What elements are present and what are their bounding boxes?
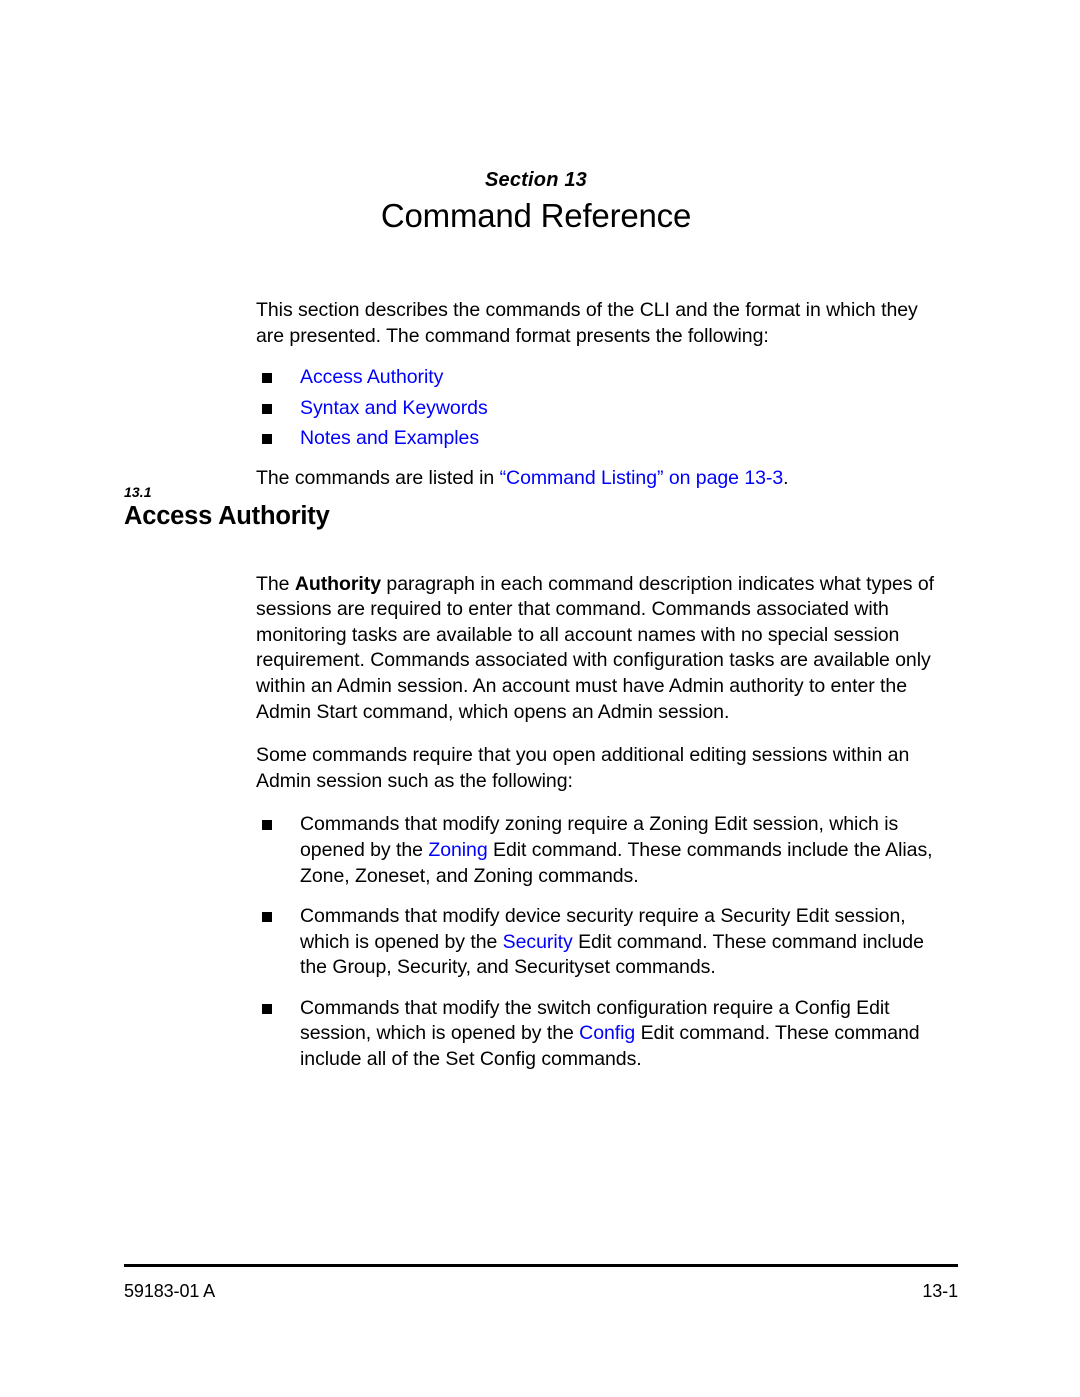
bullet-square-icon — [262, 373, 272, 384]
format-list: Access Authority Syntax and Keywords Not… — [256, 365, 950, 452]
link-access-authority[interactable]: Access Authority — [300, 366, 443, 388]
bullet-square-icon — [262, 820, 272, 831]
list-item[interactable]: Syntax and Keywords — [256, 396, 950, 422]
link-config[interactable]: Config — [579, 1022, 635, 1044]
list-item: Commands that modify device security req… — [256, 904, 950, 981]
bullet-square-icon — [262, 434, 272, 445]
intro-paragraph: This section describes the commands of t… — [256, 299, 918, 347]
footer-page-number: 13-1 — [922, 1281, 958, 1301]
section-number: Section 13 — [484, 169, 588, 191]
link-security[interactable]: Security — [503, 931, 573, 953]
authority-bold-term: Authority — [294, 572, 382, 595]
command-listing-paragraph: The commands are listed in “Command List… — [256, 466, 950, 492]
link-zoning[interactable]: Zoning — [428, 839, 487, 861]
section-header: Section 13 Command Reference — [124, 168, 948, 236]
bullet-square-icon — [262, 912, 272, 923]
bullet-square-icon — [262, 403, 272, 414]
authority-lead-text: The — [256, 572, 295, 595]
authority-paragraph-2: Some commands require that you open addi… — [256, 744, 910, 792]
body-column: This section describes the commands of t… — [256, 298, 950, 1088]
page-footer: 59183-01 A 13-1 — [124, 1280, 958, 1302]
authority-rest-text: paragraph in each command description in… — [256, 572, 935, 723]
footer-divider — [124, 1264, 958, 1267]
authority-paragraph-1: The Authority paragraph in each command … — [256, 572, 950, 726]
editing-sessions-list: Commands that modify zoning require a Zo… — [256, 812, 950, 1072]
link-notes-and-examples[interactable]: Notes and Examples — [300, 427, 479, 449]
listing-tail-text: . — [783, 466, 789, 489]
list-item[interactable]: Notes and Examples — [256, 426, 950, 452]
link-syntax-and-keywords[interactable]: Syntax and Keywords — [300, 397, 488, 419]
document-page: Section 13 Command Reference 13.1 Access… — [0, 0, 1080, 1397]
list-item: Commands that modify zoning require a Zo… — [256, 812, 950, 889]
footer-document-id: 59183-01 A — [124, 1281, 216, 1301]
bullet-square-icon — [262, 1003, 272, 1014]
listing-lead-text: The commands are listed in — [256, 466, 500, 489]
list-item: Commands that modify the switch configur… — [256, 996, 950, 1073]
section-title: Command Reference — [380, 197, 692, 234]
list-item[interactable]: Access Authority — [256, 365, 950, 391]
link-command-listing[interactable]: “Command Listing” on page 13-3 — [500, 467, 784, 489]
